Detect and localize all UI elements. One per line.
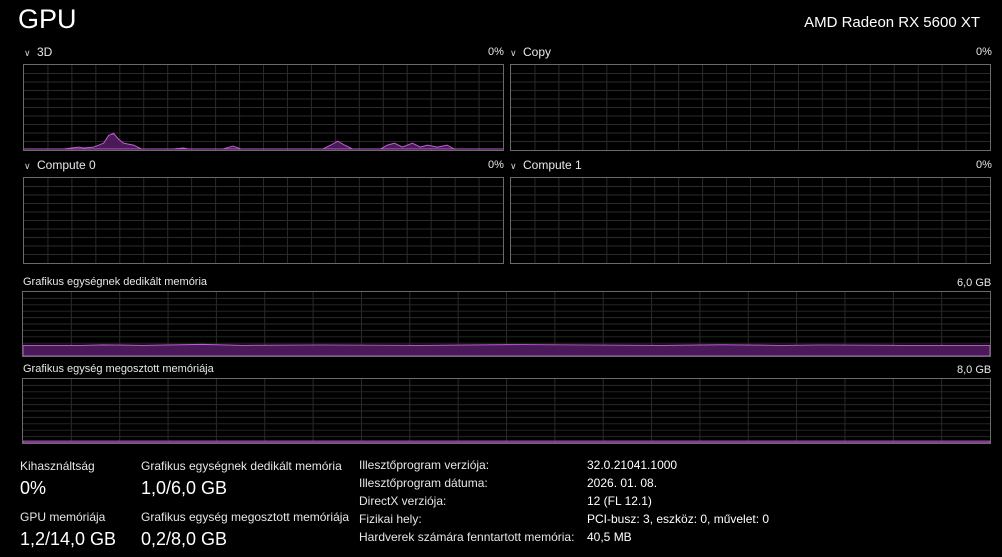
graph-compute-0-svg xyxy=(24,178,503,263)
graph-copy xyxy=(510,64,991,151)
graph-3d-svg xyxy=(24,65,503,150)
hardware-reserved-memory-label: Hardverek számára fenntartott memória: xyxy=(359,530,575,544)
shared-memory-value: 0,2/8,0 GB xyxy=(141,529,228,549)
dedicated-memory-value: 1,0/6,0 GB xyxy=(141,478,228,498)
engine-percent: 0% xyxy=(488,46,504,58)
engine-label: Compute 0 xyxy=(37,158,96,172)
directx-version-value: 12 (FL 12.1) xyxy=(587,494,652,508)
graph-compute-0 xyxy=(23,177,504,264)
graph-shared-memory-svg xyxy=(23,379,990,443)
graph-shared-memory xyxy=(22,378,991,444)
shared-memory-graph-label: Grafikus egység megosztott memóriája xyxy=(23,363,214,375)
graph-grid xyxy=(511,178,990,263)
engine-selector-3d[interactable]: ∨ 3D xyxy=(24,45,52,59)
engine-percent: 0% xyxy=(976,46,992,58)
gpu-memory-label: GPU memóriája xyxy=(20,510,106,524)
engine-percent: 0% xyxy=(976,159,992,171)
graph-grid xyxy=(24,65,503,150)
usage-label: Kihasználtság xyxy=(20,459,95,473)
graph-dedicated-memory xyxy=(22,291,991,357)
gpu-device-name: AMD Radeon RX 5600 XT xyxy=(804,14,980,31)
graph-shared-memory-trace xyxy=(23,440,990,443)
page-title: GPU xyxy=(18,4,77,34)
engine-selector-compute-1[interactable]: ∨ Compute 1 xyxy=(510,158,582,172)
dedicated-memory-graph-label: Grafikus egységnek dedikált memória xyxy=(23,276,208,288)
graph-dedicated-memory-svg xyxy=(23,292,990,356)
graph-compute-1 xyxy=(510,177,991,264)
engine-percent: 0% xyxy=(488,159,504,171)
engine-selector-compute-0[interactable]: ∨ Compute 0 xyxy=(24,158,96,172)
driver-date-value: 2026. 01. 08. xyxy=(587,476,658,490)
engine-label: 3D xyxy=(37,45,53,59)
chevron-down-icon: ∨ xyxy=(24,48,31,58)
driver-version-value: 32.0.21041.1000 xyxy=(587,458,678,472)
engine-label: Copy xyxy=(523,45,552,59)
physical-location-label: Fizikai hely: xyxy=(359,512,422,526)
driver-date-label: Illesztőprogram dátuma: xyxy=(359,476,488,490)
physical-location-value: PCI-busz: 3, eszköz: 0, művelet: 0 xyxy=(587,512,770,526)
graph-compute-1-svg xyxy=(511,178,990,263)
graph-grid xyxy=(24,178,503,263)
dedicated-memory-label: Grafikus egységnek dedikált memória xyxy=(141,459,342,473)
graph-copy-svg xyxy=(511,65,990,150)
engine-selector-copy[interactable]: ∨ Copy xyxy=(510,45,551,59)
dedicated-memory-graph-max: 6,0 GB xyxy=(957,277,992,289)
chevron-down-icon: ∨ xyxy=(510,161,517,171)
shared-memory-graph-max: 8,0 GB xyxy=(957,364,992,376)
graph-grid xyxy=(23,379,990,443)
driver-version-label: Illesztőprogram verziója: xyxy=(359,458,490,472)
directx-version-label: DirectX verziója: xyxy=(359,494,447,508)
graph-dedicated-memory-trace xyxy=(23,343,990,356)
engine-label: Compute 1 xyxy=(523,158,582,172)
shared-memory-label: Grafikus egység megosztott memóriája xyxy=(141,510,350,524)
chevron-down-icon: ∨ xyxy=(510,48,517,58)
usage-value: 0% xyxy=(20,478,47,498)
chevron-down-icon: ∨ xyxy=(24,161,31,171)
hardware-reserved-memory-value: 40,5 MB xyxy=(587,530,632,544)
gpu-memory-value: 1,2/14,0 GB xyxy=(20,529,117,549)
graph-grid xyxy=(511,65,990,150)
graph-3d xyxy=(23,64,504,151)
